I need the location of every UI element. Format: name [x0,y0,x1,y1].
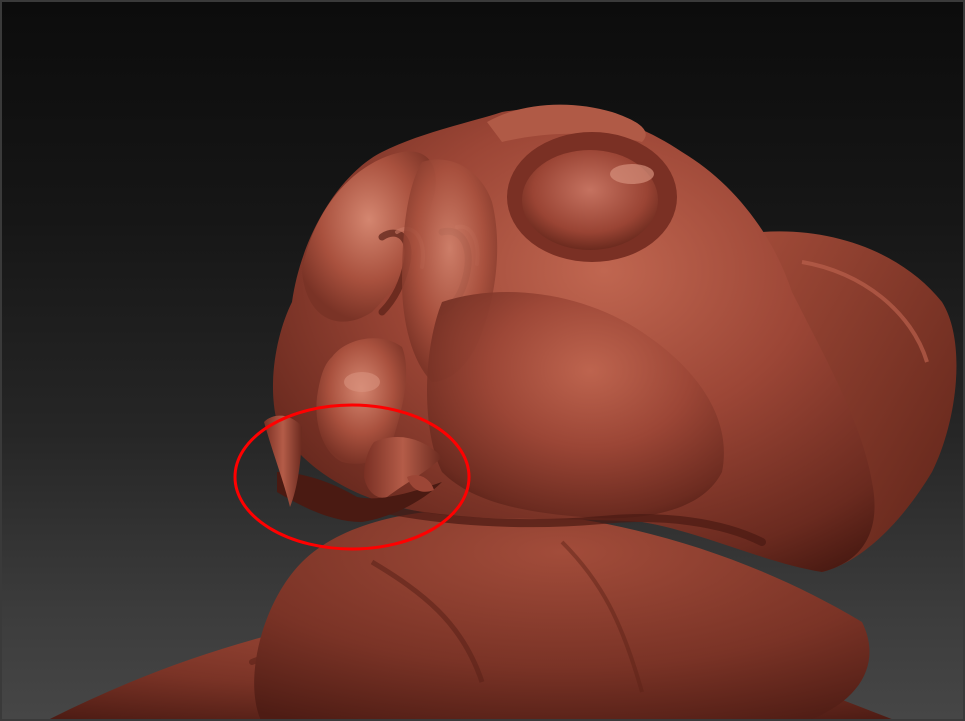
snout-tip-highlight [344,372,380,392]
sculpt-viewport[interactable] [0,0,965,721]
sculpt-scene[interactable] [2,2,965,721]
eye-highlight [610,164,654,184]
